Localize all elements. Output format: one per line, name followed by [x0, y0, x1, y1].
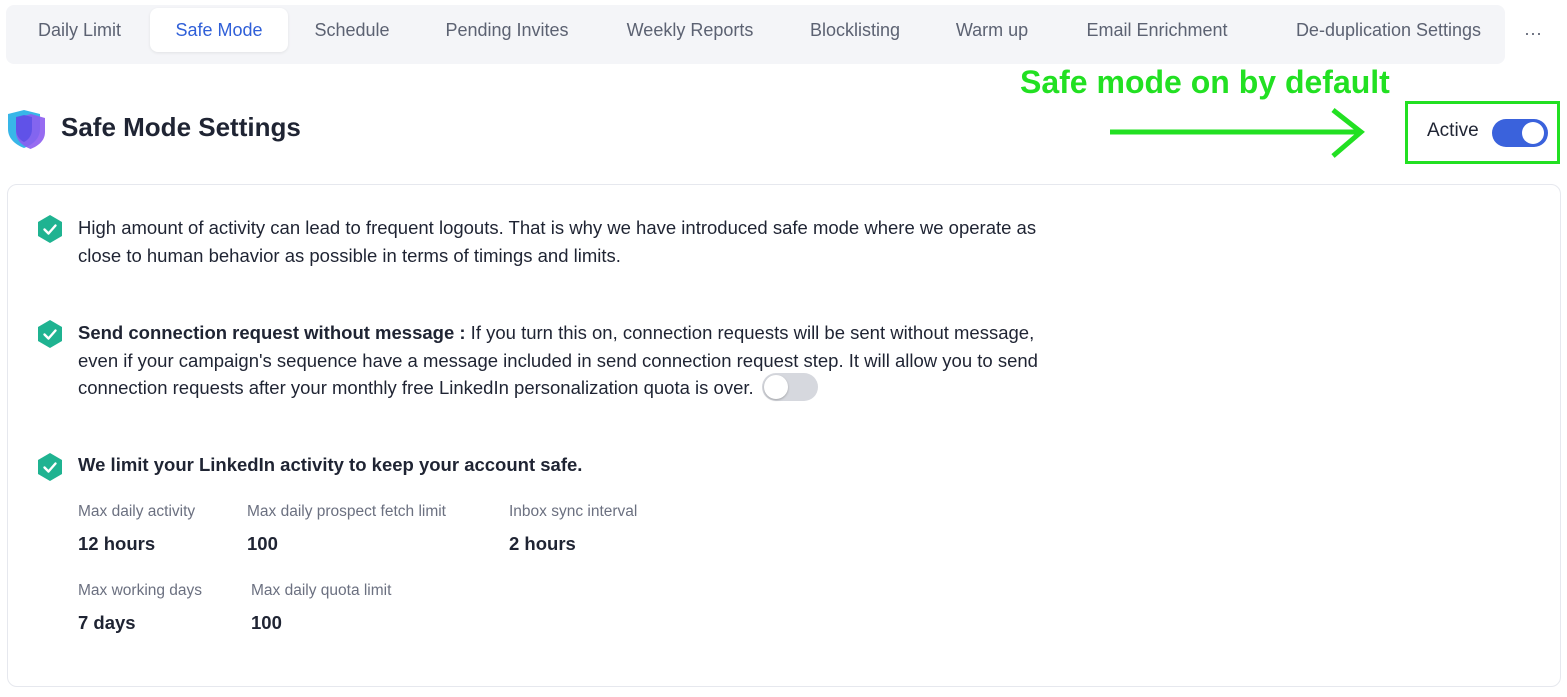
check-badge-icon: [38, 215, 62, 243]
stat-label-max-daily-quota: Max daily quota limit: [251, 582, 392, 599]
tab-weekly-reports[interactable]: Weekly Reports: [606, 8, 774, 52]
tab-schedule[interactable]: Schedule: [296, 8, 408, 52]
check-badge-icon: [38, 453, 62, 481]
stat-label-inbox-sync-interval: Inbox sync interval: [509, 503, 638, 520]
stat-value-max-daily-activity: 12 hours: [78, 533, 156, 554]
annotation-arrow-icon: [1110, 108, 1365, 158]
annotation-text: Safe mode on by default: [1020, 64, 1390, 100]
tab-blocklisting[interactable]: Blocklisting: [789, 8, 921, 52]
connection-request-title: Send connection request without message …: [78, 322, 466, 343]
tab-daily-limit[interactable]: Daily Limit: [18, 8, 141, 52]
status-label: Active: [1427, 120, 1479, 141]
stat-value-inbox-sync-interval: 2 hours: [509, 533, 576, 554]
stat-label-max-daily-activity: Max daily activity: [78, 503, 196, 520]
stat-label-max-working-days: Max working days: [78, 582, 203, 599]
check-badge-icon: [38, 320, 62, 348]
more-tabs-button[interactable]: ···: [1518, 18, 1548, 48]
tab-pending-invites[interactable]: Pending Invites: [423, 8, 591, 52]
shield-icon: [8, 110, 45, 149]
stat-label-max-daily-prospect-fetch: Max daily prospect fetch limit: [247, 503, 446, 520]
tab-warm-up[interactable]: Warm up: [936, 8, 1048, 52]
limits-title: We limit your LinkedIn activity to keep …: [78, 454, 583, 475]
page-title: Safe Mode Settings: [61, 112, 301, 142]
stat-value-max-daily-prospect-fetch: 100: [247, 533, 278, 554]
toggle-knob: [763, 375, 788, 400]
stat-value-max-working-days: 7 days: [78, 612, 136, 633]
tab-email-enrichment[interactable]: Email Enrichment: [1063, 8, 1251, 52]
safe-mode-toggle[interactable]: [1492, 119, 1548, 147]
connection-request-text: Send connection request without message …: [78, 319, 1068, 403]
intro-text: High amount of activity can lead to freq…: [78, 217, 1037, 266]
tab-safe-mode[interactable]: Safe Mode: [150, 8, 288, 52]
send-without-message-toggle[interactable]: [761, 373, 818, 402]
toggle-knob: [1522, 122, 1544, 144]
stat-value-max-daily-quota: 100: [251, 612, 282, 633]
tab-deduplication-settings[interactable]: De-duplication Settings: [1266, 8, 1511, 52]
